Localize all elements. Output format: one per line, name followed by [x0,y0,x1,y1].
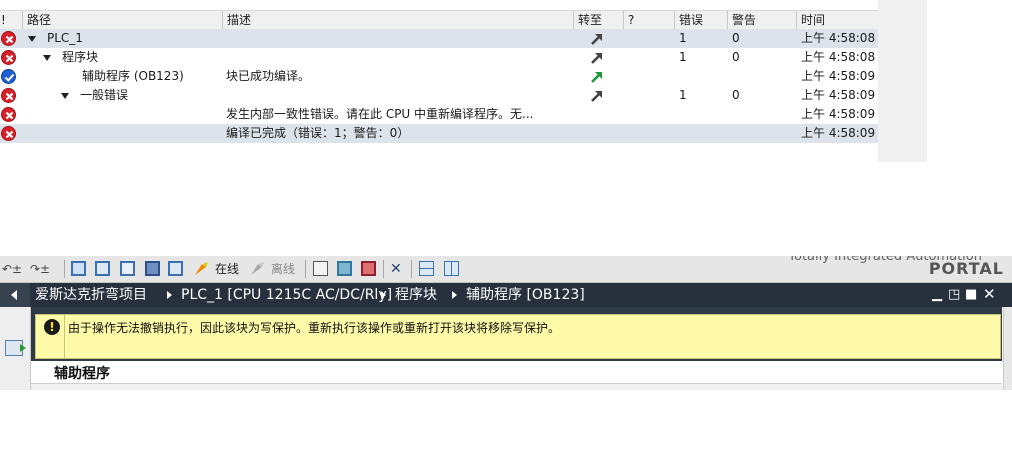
start-simulation-icon[interactable] [337,261,352,276]
split-vertical-icon[interactable] [444,261,459,276]
print-icon[interactable] [95,261,110,276]
column-header-warnings[interactable]: 警告 [727,11,796,29]
warning-icon: ! [44,319,60,335]
portal-brand-text: PORTAL [928,259,1004,278]
minimize-icon[interactable]: ▁ [931,288,943,301]
row-description: 块已成功编译。 [226,69,311,83]
go-offline-icon[interactable] [249,261,265,277]
upload-icon[interactable] [168,261,183,276]
row-warnings: 0 [732,50,740,64]
breadcrumb-arrow-icon [167,291,172,299]
goto-arrow-icon[interactable] [590,51,604,65]
column-header-description[interactable]: 描述 [222,11,573,29]
split-horizontal-icon[interactable] [419,261,434,276]
save-project-icon[interactable] [71,261,86,276]
block-title: 辅助程序 [54,366,110,382]
block-editor: ↶± ↷± 在线 离线 ✕ Totally Integrated Automat… [0,256,1012,390]
row-time: 上午 4:58:08 [801,31,876,45]
breadcrumb-block[interactable]: 辅助程序 [OB123] [466,283,585,307]
table-row[interactable]: 编译已完成（错误：1；警告：0） 上午 4:58:09 [0,124,878,143]
expand-arrow-icon[interactable] [28,36,36,42]
breadcrumb-arrow-icon [452,291,457,299]
row-path: 程序块 [62,50,99,64]
stop-cpu-icon[interactable] [361,261,376,276]
error-icon [1,31,16,46]
row-errors: 1 [679,31,687,45]
column-header-time[interactable]: 时间 [796,11,878,29]
column-header-errors[interactable]: 错误 [674,11,727,29]
write-protect-warning: ! 由于操作无法撤销执行，因此该块为写保护。重新执行该操作或重新打开该块将移除写… [35,314,1001,359]
error-icon [1,126,16,141]
cross-reference-icon[interactable]: ✕ [390,260,402,278]
breadcrumb-project[interactable]: 爱斯达克折弯项目 [35,283,147,307]
goto-arrow-icon[interactable] [590,32,604,46]
editor-left-strip [0,307,31,390]
accessible-devices-icon[interactable] [313,261,328,276]
row-path: 辅助程序 (OB123) [82,69,184,83]
row-time: 上午 4:58:08 [801,50,876,64]
column-header-status[interactable]: ! [0,11,22,29]
editor-titlebar: 爱斯达克折弯项目 PLC_1 [CPU 1215C AC/DC/Rly] 程序块… [0,283,1012,307]
row-time: 上午 4:58:09 [801,88,876,102]
table-header: ! 路径 描述 转至 ? 错误 警告 时间 [0,10,878,30]
row-path: PLC_1 [47,31,83,45]
table-row[interactable]: 发生内部一致性错误。请在此 CPU 中重新编译程序。无... 上午 4:58:09 [0,105,878,124]
maximize-icon[interactable]: ■ [965,288,977,301]
column-header-help[interactable]: ? [623,11,674,29]
row-time: 上午 4:58:09 [801,69,876,83]
compile-results-panel: ! 路径 描述 转至 ? 错误 警告 时间 PLC_1 1 0 上午 4:58:08 程… [0,0,927,162]
table-row[interactable]: 辅助程序 (OB123) 块已成功编译。 上午 4:58:09 [0,67,878,86]
error-icon [1,88,16,103]
go-offline-button[interactable]: 离线 [271,260,295,278]
compile-icon[interactable] [120,261,135,276]
editor-right-strip[interactable] [1003,307,1012,390]
breadcrumb-arrow-icon [381,291,386,299]
table-row[interactable]: 程序块 1 0 上午 4:58:08 [0,48,878,67]
row-description: 发生内部一致性错误。请在此 CPU 中重新编译程序。无... [226,107,534,121]
column-header-path[interactable]: 路径 [22,11,222,29]
row-errors: 1 [679,50,687,64]
row-path: 一般错误 [80,88,129,102]
goto-arrow-icon[interactable] [590,70,604,84]
table-row[interactable]: 一般错误 1 0 上午 4:58:09 [0,86,878,105]
editor-toolbar: ↶± ↷± 在线 离线 ✕ Totally Integrated Automat… [0,256,1012,283]
row-time: 上午 4:58:09 [801,107,876,121]
close-icon[interactable]: ✕ [983,287,996,302]
collapse-left-button[interactable] [0,283,30,307]
panel-background [878,0,927,162]
undo-icon[interactable]: ↶± [2,260,22,278]
download-icon[interactable] [145,261,160,276]
table-row[interactable]: PLC_1 1 0 上午 4:58:08 [0,29,878,48]
row-warnings: 0 [732,31,740,45]
row-description: 编译已完成（错误：1；警告：0） [226,126,410,140]
goto-arrow-icon[interactable] [590,89,604,103]
breadcrumb-plc[interactable]: PLC_1 [CPU 1215C AC/DC/Rly] [181,283,392,307]
row-warnings: 0 [732,88,740,102]
expand-arrow-icon[interactable] [43,55,51,61]
error-icon [1,50,16,65]
go-online-icon[interactable] [193,261,209,277]
expand-arrow-icon[interactable] [61,93,69,99]
breadcrumb-program-blocks[interactable]: 程序块 [395,283,437,307]
interface-table-header [31,383,1002,390]
go-online-button[interactable]: 在线 [215,260,239,278]
row-time: 上午 4:58:09 [801,126,876,140]
row-errors: 1 [679,88,687,102]
column-header-goto[interactable]: 转至 [573,11,623,29]
success-icon [1,69,16,84]
error-icon [1,107,16,122]
float-window-icon[interactable]: ◳ [948,288,960,301]
block-interface-icon[interactable] [5,340,26,356]
redo-icon[interactable]: ↷± [30,260,50,278]
warning-message: 由于操作无法撤销执行，因此该块为写保护。重新执行该操作或重新打开该块将移除写保护… [68,321,561,335]
